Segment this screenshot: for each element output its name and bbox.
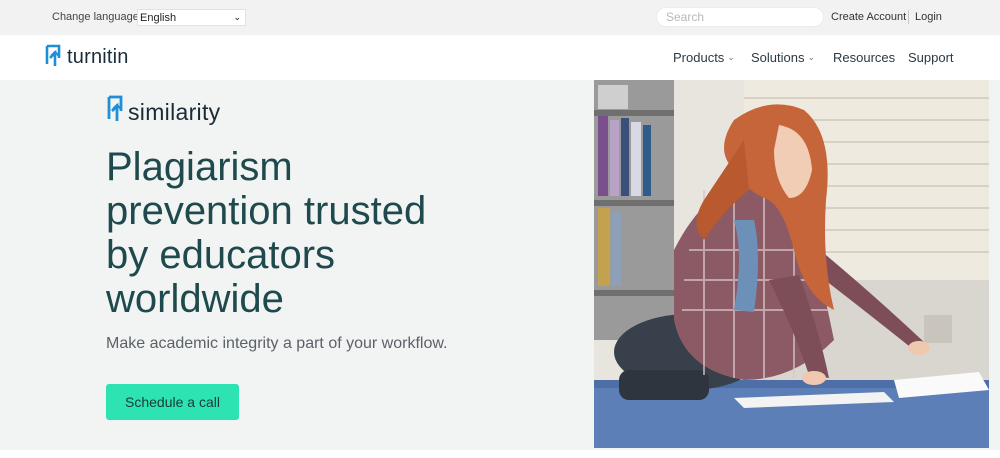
product-name: similarity	[128, 99, 221, 125]
nav-products-label: Products	[673, 50, 725, 65]
turnitin-logo-icon	[44, 44, 62, 70]
schedule-call-button[interactable]: Schedule a call	[106, 384, 239, 420]
turnitin-logo[interactable]: turnitin	[44, 44, 129, 70]
language-select[interactable]: English ⌄	[137, 9, 246, 26]
nav-products[interactable]: Products ⌄	[673, 50, 735, 65]
chevron-down-icon: ⌄	[233, 12, 241, 22]
main-nav: turnitin Products ⌄ Solutions ⌄ Resource…	[0, 35, 1000, 80]
nav-solutions[interactable]: Solutions ⌄	[751, 50, 815, 65]
similarity-logo-icon	[106, 95, 124, 130]
divider	[908, 10, 909, 24]
login-link[interactable]: Login	[915, 11, 942, 23]
language-select-value: English	[140, 11, 177, 24]
create-account-link[interactable]: Create Account	[831, 11, 906, 23]
search-input[interactable]: Search	[656, 7, 824, 27]
hero-subtext: Make academic integrity a part of your w…	[106, 335, 448, 352]
schedule-call-label: Schedule a call	[125, 394, 220, 410]
headline-line: prevention trusted	[106, 189, 427, 233]
utility-bar: Change language English ⌄ Search Create …	[0, 0, 1000, 35]
change-language-label: Change language	[52, 11, 139, 23]
nav-resources-label: Resources	[833, 50, 896, 65]
nav-resources[interactable]: Resources	[833, 50, 895, 65]
logo-text: turnitin	[67, 45, 129, 68]
chevron-down-icon: ⌄	[807, 52, 816, 62]
headline-line: Plagiarism	[106, 145, 293, 189]
nav-support[interactable]: Support	[908, 50, 954, 65]
hero-headline: Plagiarism prevention trusted by educato…	[106, 145, 576, 321]
hero-section: similarity Plagiarism prevention trusted…	[0, 80, 1000, 450]
hero-photo	[594, 80, 989, 448]
nav-support-label: Support	[908, 50, 954, 65]
headline-line: worldwide	[106, 277, 284, 321]
headline-line: by educators	[106, 233, 336, 277]
similarity-logo: similarity	[106, 95, 220, 130]
search-placeholder: Search	[666, 10, 705, 24]
nav-solutions-label: Solutions	[751, 50, 805, 65]
page-bottom-strip	[0, 450, 1000, 458]
chevron-down-icon: ⌄	[727, 52, 735, 62]
